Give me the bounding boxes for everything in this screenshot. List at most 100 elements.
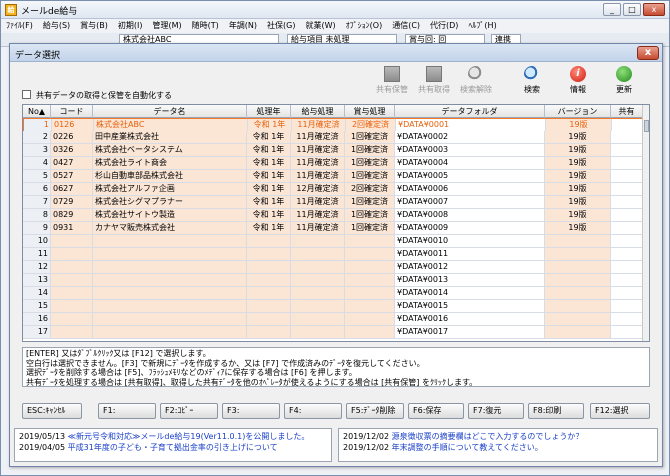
column-header[interactable]: No▲ xyxy=(23,105,51,118)
fkey-button[interactable]: F2:ｺﾋﾟｰ xyxy=(160,403,218,419)
fkey-button[interactable]: F6:保存 xyxy=(408,403,464,419)
news-area: 2019/05/13 ≪新元号令和対応≫メールde給与19(Ver11.0.1)… xyxy=(14,428,658,462)
menu-item[interactable]: 管理(M) xyxy=(148,19,187,33)
info-button[interactable]: i 情報 xyxy=(558,66,598,98)
cell-year: 令和 1年 xyxy=(247,131,291,143)
table-row[interactable]: 12 ¥DATA¥0012 xyxy=(23,261,643,274)
column-header[interactable]: バージョン xyxy=(545,105,611,118)
table-row[interactable]: 2 0226 田中産業株式会社 令和 1年 11月確定済 1回確定済 ¥DATA¥0002 1… xyxy=(23,131,643,144)
table-row[interactable]: 13 ¥DATA¥0013 xyxy=(23,274,643,287)
menu-item[interactable]: 給与(S) xyxy=(38,19,75,33)
menu-bar: ﾌｧｲﾙ(F) 給与(S) 賞与(B) 初期(I) 管理(M) 随時(T) 年調(N) 社保(… xyxy=(1,19,669,33)
magnifier-icon xyxy=(468,66,484,82)
menu-item[interactable]: 通信(C) xyxy=(387,19,425,33)
cell-code: 0627 xyxy=(51,183,93,195)
cell-shared xyxy=(611,196,643,208)
table-row[interactable]: 8 0829 株式会社サイトウ製造 令和 1年 11月確定済 1回確定済 ¥DATA¥000… xyxy=(23,209,643,222)
cell-shared xyxy=(611,235,643,247)
scrollbar-thumb[interactable] xyxy=(644,120,649,132)
cell-pay: 11月確定済 xyxy=(291,131,345,143)
cell-shared xyxy=(611,261,643,273)
shared-get-button[interactable]: 共有取得 xyxy=(414,66,454,98)
cell-year xyxy=(247,235,291,247)
fkey-button[interactable]: ESC:ｷｬﾝｾﾙ xyxy=(22,403,82,419)
table-row[interactable]: 5 0527 杉山自動車部品株式会社 令和 1年 11月確定済 1回確定済 ¥DATA¥00… xyxy=(23,170,643,183)
menu-item[interactable]: ｵﾌﾟｼｮﾝ(O) xyxy=(341,19,388,33)
table-row[interactable]: 11 ¥DATA¥0011 xyxy=(23,248,643,261)
table-row[interactable]: 4 0427 株式会社ライト商会 令和 1年 11月確定済 1回確定済 ¥DATA¥0004… xyxy=(23,157,643,170)
cell-bonus: 2回確定済 xyxy=(346,119,396,131)
menu-item[interactable]: 賞与(B) xyxy=(75,19,113,33)
table-row[interactable]: 6 0627 株式会社アルファ企画 令和 1年 12月確定済 2回確定済 ¥DATA¥000… xyxy=(23,183,643,196)
minimize-button[interactable]: _ xyxy=(603,3,621,16)
cell-name: 株式会社シグマプラナー xyxy=(93,196,247,208)
cell-bonus xyxy=(345,300,395,312)
cell-name xyxy=(93,300,247,312)
checkbox-box[interactable] xyxy=(22,90,31,99)
cell-pay xyxy=(291,248,345,260)
help-line: 共有ﾃﾞｰﾀを処理する場合は [共有取得]、取得した共有ﾃﾞｰﾀを他のｵﾍﾟﾚｰ… xyxy=(26,377,478,387)
cell-no: 3 xyxy=(23,144,51,156)
column-header[interactable]: 処理年 xyxy=(247,105,291,118)
menu-item[interactable]: 随時(T) xyxy=(187,19,224,33)
column-header[interactable]: 共有 xyxy=(611,105,643,118)
dialog-close-button[interactable]: x xyxy=(637,46,659,60)
cell-version xyxy=(545,248,611,260)
shared-get-label: 共有取得 xyxy=(418,85,450,94)
fkey-button[interactable]: F1: xyxy=(98,403,156,419)
cell-bonus: 1回確定済 xyxy=(345,196,395,208)
search-clear-button[interactable]: 検索解除 xyxy=(456,66,496,98)
cell-version: 19版 xyxy=(545,222,611,234)
news-item[interactable]: 2019/12/02 年末調整の手順について教えてください。 xyxy=(343,442,653,453)
cell-version xyxy=(545,287,611,299)
maximize-button[interactable]: □ xyxy=(623,3,641,16)
fkey-button[interactable]: F5:ﾃﾞｰﾀ削除 xyxy=(346,403,404,419)
cell-year xyxy=(247,248,291,260)
column-header[interactable]: 給与処理 xyxy=(291,105,345,118)
search-clear-label: 検索解除 xyxy=(460,85,492,94)
auto-shared-checkbox[interactable]: 共有データの取得と保管を自動化する xyxy=(22,90,172,101)
fkey-button[interactable]: F12:選択 xyxy=(590,403,650,419)
table-row[interactable]: 10 ¥DATA¥0010 xyxy=(23,235,643,248)
column-header[interactable]: コード xyxy=(51,105,93,118)
fkey-button[interactable]: F8:印刷 xyxy=(528,403,584,419)
grid-vertical-scrollbar[interactable] xyxy=(642,105,649,341)
fkey-button[interactable]: F4: xyxy=(284,403,342,419)
table-row[interactable]: 3 0326 株式会社ベータシステム 令和 1年 11月確定済 1回確定済 ¥DATA¥00… xyxy=(23,144,643,157)
menu-item[interactable]: 年調(N) xyxy=(224,19,262,33)
table-row[interactable]: 9 0931 カナヤマ販売株式会社 令和 1年 11月確定済 1回確定済 ¥DATA¥000… xyxy=(23,222,643,235)
cell-name xyxy=(93,261,247,273)
menu-item[interactable]: 代行(D) xyxy=(425,19,463,33)
help-line: [ENTER] 又はﾀﾞﾌﾞﾙｸﾘｯｸ又は [F12] で選択します。 xyxy=(26,349,211,358)
cell-no: 16 xyxy=(23,313,51,325)
menu-item[interactable]: 社保(G) xyxy=(262,19,300,33)
table-row[interactable]: 14 ¥DATA¥0014 xyxy=(23,287,643,300)
news-item[interactable]: 2019/04/05 平成31年度の子ども・子育て拠出金率の引き上げについて xyxy=(19,442,327,453)
menu-item[interactable]: 初期(I) xyxy=(113,19,148,33)
cell-name xyxy=(93,248,247,260)
fkey-button[interactable]: F3: xyxy=(222,403,280,419)
cell-shared xyxy=(611,209,643,221)
table-row[interactable]: 15 ¥DATA¥0015 xyxy=(23,300,643,313)
table-row[interactable]: 17 ¥DATA¥0017 xyxy=(23,326,643,339)
news-item[interactable]: 2019/05/13 ≪新元号令和対応≫メールde給与19(Ver11.0.1)… xyxy=(19,431,327,442)
cell-name: 株式会社アルファ企画 xyxy=(93,183,247,195)
menu-item[interactable]: ﾍﾙﾌﾟ(H) xyxy=(463,19,501,33)
shared-save-button[interactable]: 共有保管 xyxy=(372,66,412,98)
app-close-button[interactable]: x xyxy=(643,3,665,16)
fkey-button[interactable]: F7:復元 xyxy=(468,403,524,419)
column-header[interactable]: 賞与処理 xyxy=(345,105,395,118)
cell-version xyxy=(545,313,611,325)
cell-code: 0427 xyxy=(51,157,93,169)
column-header[interactable]: データ名 xyxy=(93,105,247,118)
table-row[interactable]: 7 0729 株式会社シグマプラナー 令和 1年 11月確定済 1回確定済 ¥DATA¥00… xyxy=(23,196,643,209)
table-row[interactable]: 16 ¥DATA¥0016 xyxy=(23,313,643,326)
column-header[interactable]: データフォルダ xyxy=(395,105,545,118)
table-row[interactable]: 1 0126 株式会社ABC 令和 1年 11月確定済 2回確定済 ¥DATA¥0001 19… xyxy=(23,118,644,131)
news-item[interactable]: 2019/12/02 源泉徴収票の摘要欄はどこで入力するのでしょうか？ xyxy=(343,431,653,442)
search-button[interactable]: 検索 xyxy=(512,66,552,98)
refresh-button[interactable]: 更新 xyxy=(604,66,644,98)
menu-item[interactable]: 就業(W) xyxy=(301,19,341,33)
cell-folder: ¥DATA¥0004 xyxy=(395,157,545,169)
menu-item[interactable]: ﾌｧｲﾙ(F) xyxy=(1,19,38,33)
